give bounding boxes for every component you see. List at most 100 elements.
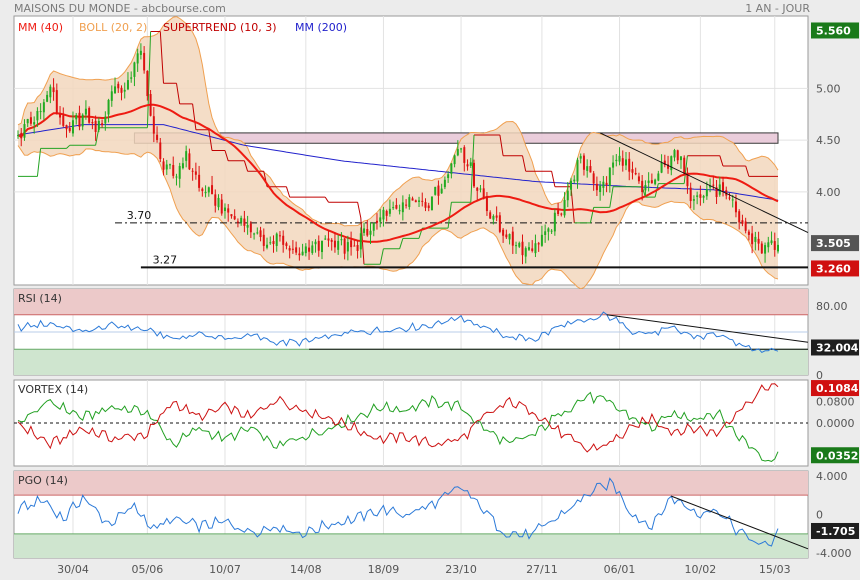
candle-body	[240, 217, 243, 223]
candle-body	[589, 166, 592, 173]
candle-body	[117, 83, 120, 89]
candle-body	[602, 181, 605, 188]
candle-body	[55, 90, 58, 113]
candle-body	[49, 86, 52, 98]
candle-body	[337, 240, 340, 250]
candle-body	[540, 234, 543, 246]
candle-body	[773, 241, 776, 250]
x-tick-label: 15/03	[759, 563, 791, 576]
vortex-label: VORTEX (14)	[18, 383, 88, 396]
candle-body	[728, 197, 731, 199]
candle-body	[295, 247, 298, 253]
pgo-label: PGO (14)	[18, 474, 68, 487]
candle-body	[188, 153, 191, 170]
candle-body	[133, 62, 136, 77]
candle-body	[395, 204, 398, 209]
candle-body	[243, 218, 246, 226]
candle-body	[288, 248, 291, 251]
candle-body	[320, 240, 324, 253]
candle-body	[427, 205, 430, 209]
candle-body	[595, 183, 598, 191]
legend-item: SUPERTREND (10, 3)	[163, 21, 277, 34]
candle-body	[644, 185, 647, 191]
candle-body	[505, 234, 508, 238]
candle-body	[527, 247, 530, 250]
stock-chart: 30/04 05/06 10/07 14/08 18/09 23/10 27/11 06/01…	[13, 15, 859, 576]
candle-body	[353, 245, 356, 247]
candle-body	[634, 172, 637, 175]
pgo-tick-label: -4.000	[816, 547, 851, 560]
x-tick-label: 05/06	[132, 563, 164, 576]
candle-body	[340, 239, 343, 241]
candle-body	[434, 186, 437, 195]
rsi-tick-label: 0	[816, 369, 823, 382]
candle-body	[29, 117, 32, 124]
candle-body	[447, 174, 450, 179]
candle-body	[508, 234, 511, 240]
candle-body	[84, 108, 87, 115]
candle-body	[385, 210, 388, 216]
candle-body	[172, 165, 175, 176]
candle-body	[39, 111, 42, 113]
candle-body	[712, 184, 715, 186]
candle-body	[149, 94, 152, 116]
pgo-tick-label: 4.000	[816, 470, 848, 483]
candle-body	[482, 188, 485, 198]
candle-body	[52, 87, 55, 93]
x-tick-label: 10/07	[209, 563, 241, 576]
vortex-tick-label: 0.0000	[816, 417, 855, 430]
candle-body	[97, 120, 100, 130]
candle-body	[751, 233, 754, 245]
pgo-overbought-zone	[14, 471, 808, 496]
candle-body	[573, 179, 576, 182]
candle-body	[71, 120, 74, 134]
candle-body	[62, 115, 65, 126]
candle-body	[605, 182, 608, 185]
candle-body	[612, 162, 615, 168]
candle-body	[628, 158, 631, 172]
candle-body	[767, 242, 770, 248]
candle-body	[647, 180, 650, 183]
rsi-label: RSI (14)	[18, 292, 62, 305]
candle-body	[392, 207, 395, 209]
candle-body	[298, 253, 301, 256]
candle-body	[502, 229, 505, 236]
candle-body	[515, 245, 518, 247]
candle-body	[130, 77, 133, 79]
candle-body	[741, 220, 744, 224]
candle-body	[20, 132, 23, 139]
vortex-plus-badge: 0.0352	[816, 449, 858, 462]
candle-body	[683, 157, 686, 174]
candle-body	[582, 155, 585, 170]
candle-body	[107, 99, 110, 115]
candle-body	[424, 202, 427, 208]
pgo-last-badge: -1.705	[816, 525, 855, 538]
candle-body	[78, 112, 81, 127]
candle-body	[553, 212, 556, 232]
candle-body	[673, 150, 676, 158]
candle-body	[621, 158, 624, 166]
candle-body	[408, 197, 411, 208]
candle-body	[46, 94, 49, 102]
candle-body	[495, 215, 498, 218]
candle-body	[36, 110, 39, 121]
candle-body	[747, 231, 750, 235]
candle-body	[301, 251, 304, 256]
candle-body	[388, 208, 391, 214]
candle-body	[414, 200, 417, 203]
candle-body	[401, 202, 404, 213]
candle-body	[91, 122, 94, 124]
candle-body	[689, 187, 692, 202]
candle-body	[498, 215, 501, 232]
candle-body	[624, 159, 628, 166]
candle	[472, 159, 476, 189]
candle-body	[418, 200, 421, 202]
candle-body	[123, 89, 126, 92]
candle-body	[178, 166, 181, 179]
candle-body	[456, 149, 459, 156]
candle	[430, 196, 433, 211]
candle-body	[191, 170, 194, 172]
candle-body	[249, 223, 252, 233]
candle-body	[485, 196, 488, 212]
candle-body	[547, 228, 550, 232]
